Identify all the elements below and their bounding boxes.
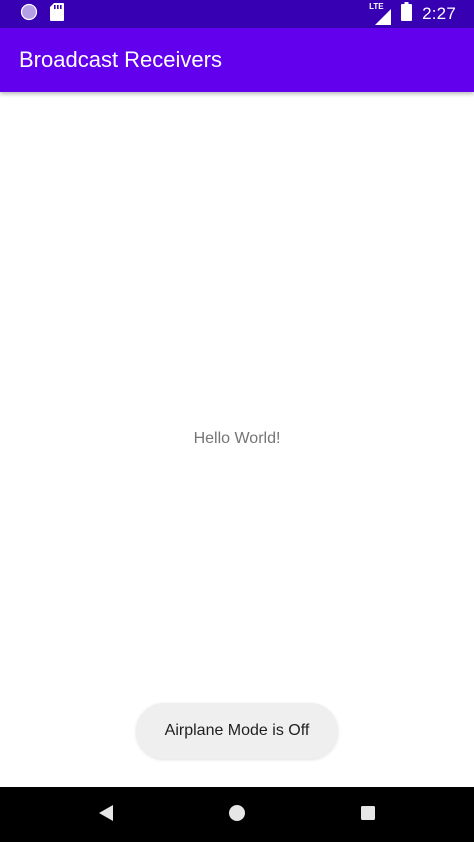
home-button[interactable] — [223, 801, 251, 829]
app-bar: Broadcast Receivers — [0, 28, 474, 92]
circle-notification-icon — [20, 3, 38, 26]
recents-button[interactable] — [354, 801, 382, 829]
status-bar: LTE 2:27 — [0, 0, 474, 28]
battery-icon — [401, 2, 413, 26]
back-icon — [98, 804, 114, 827]
main-content: Hello World! — [0, 92, 474, 787]
lte-signal-icon: LTE — [369, 2, 392, 25]
navigation-bar — [0, 787, 474, 842]
status-right-icons: LTE 2:27 — [369, 0, 456, 28]
sd-card-icon — [50, 2, 64, 26]
toast-message: Airplane Mode is Off — [136, 703, 338, 759]
status-left-icons — [20, 2, 64, 26]
recents-icon — [360, 805, 376, 826]
status-clock: 2:27 — [422, 4, 456, 23]
app-title: Broadcast Receivers — [19, 47, 222, 72]
hello-text: Hello World! — [193, 430, 281, 447]
back-button[interactable] — [92, 801, 120, 829]
home-icon — [228, 804, 246, 827]
